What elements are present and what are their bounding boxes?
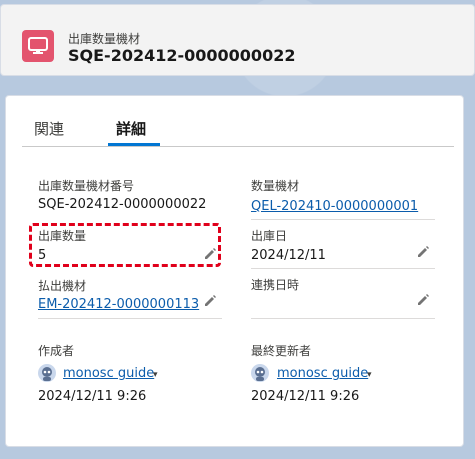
shipping-date-label: 出庫日 xyxy=(251,229,288,243)
record-title: SQE-202412-0000000022 xyxy=(68,46,296,65)
caret-down-icon[interactable]: ▾ xyxy=(153,370,158,380)
shipping-date-value: 2024/12/11 xyxy=(251,248,326,263)
record-number-value: SQE-202412-0000000022 xyxy=(38,197,207,212)
created-by-label: 作成者 xyxy=(38,344,75,358)
field-divider xyxy=(38,318,222,319)
tab-bar: 関連 詳細 xyxy=(22,96,454,147)
user-avatar-icon xyxy=(38,364,56,382)
active-tab-indicator xyxy=(108,143,160,146)
caret-down-icon[interactable]: ▾ xyxy=(367,370,372,380)
field-divider xyxy=(251,318,435,319)
last-modified-label: 最終更新者 xyxy=(251,344,312,358)
dispatch-equipment-link[interactable]: EM-202412-0000000113 xyxy=(38,297,199,312)
tab-details[interactable]: 詳細 xyxy=(116,118,146,139)
user-avatar-icon xyxy=(251,364,269,382)
quantity-equipment-link[interactable]: QEL-202410-0000000001 xyxy=(251,199,418,214)
created-datetime: 2024/12/11 9:26 xyxy=(38,389,147,404)
object-type-label: 出庫数量機材 xyxy=(68,32,141,46)
last-modified-datetime: 2024/12/11 9:26 xyxy=(251,389,360,404)
dispatch-equipment-label: 払出機材 xyxy=(38,279,87,293)
edit-sync-pencil-icon[interactable] xyxy=(416,293,430,307)
field-divider xyxy=(251,268,435,269)
edit-dispatch-pencil-icon[interactable] xyxy=(203,294,217,308)
record-header: 出庫数量機材 SQE-202412-0000000022 xyxy=(0,4,475,76)
edit-date-pencil-icon[interactable] xyxy=(416,245,430,259)
sync-datetime-label: 連携日時 xyxy=(251,278,300,292)
tab-related[interactable]: 関連 xyxy=(34,118,64,139)
monitor-icon xyxy=(22,30,54,62)
created-by-user-link[interactable]: monosc guide xyxy=(63,366,154,381)
last-modified-user-link[interactable]: monosc guide xyxy=(277,366,368,381)
field-divider xyxy=(251,219,435,220)
quantity-highlight-box xyxy=(29,223,221,267)
record-number-label: 出庫数量機材番号 xyxy=(38,179,135,193)
quantity-equipment-label: 数量機材 xyxy=(251,179,300,193)
